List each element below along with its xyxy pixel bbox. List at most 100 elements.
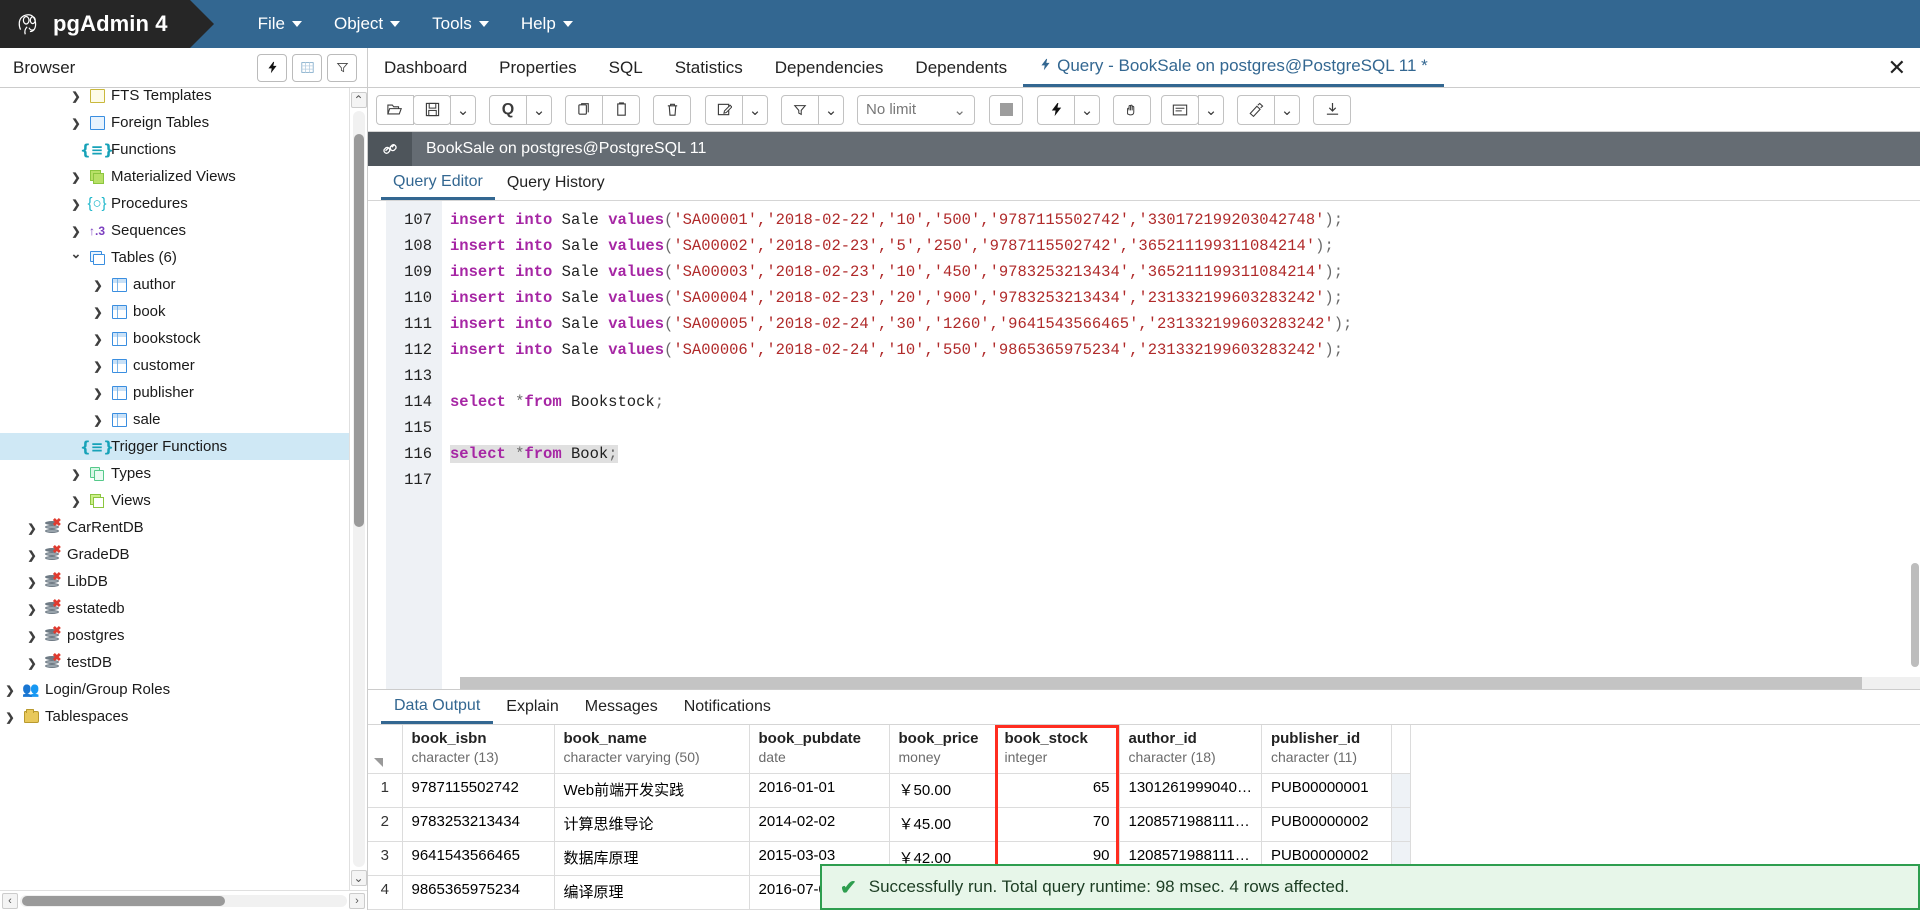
sql-line[interactable]: insert into Sale values('SA00003','2018-… xyxy=(450,259,1920,285)
browser-horizontal-scrollbar[interactable]: ‹ › xyxy=(0,890,367,910)
tree-item-testdb[interactable]: ✖testDB xyxy=(0,649,349,676)
row-limit-select[interactable]: No limit ⌄ xyxy=(857,94,975,125)
cell-book-name[interactable]: 数据库原理 xyxy=(554,841,750,876)
copy-button[interactable] xyxy=(565,94,603,125)
sql-code[interactable]: insert into Sale values('SA00001','2018-… xyxy=(442,201,1920,689)
tab-statistics[interactable]: Statistics xyxy=(659,48,759,87)
editor-horizontal-scrollbar[interactable] xyxy=(460,677,1920,689)
cell-book-price[interactable]: ￥45.00 xyxy=(889,807,996,842)
display-button[interactable] xyxy=(1161,94,1199,125)
close-icon[interactable]: ✕ xyxy=(1888,56,1906,79)
tab-query-booksale-on-postgres-postgresql-11[interactable]: Query - BookSale on postgres@PostgreSQL … xyxy=(1023,48,1444,87)
sql-line[interactable]: insert into Sale values('SA00005','2018-… xyxy=(450,311,1920,337)
chevron-right-icon[interactable] xyxy=(88,386,108,400)
chevron-right-icon[interactable] xyxy=(66,116,86,130)
tree-item-libdb[interactable]: ✖LibDB xyxy=(0,568,349,595)
chevron-right-icon[interactable] xyxy=(66,197,86,211)
output-tab-explain[interactable]: Explain xyxy=(493,690,571,724)
cell-book-stock[interactable]: 70 xyxy=(995,807,1120,842)
connection-icon[interactable] xyxy=(368,132,412,166)
sql-line[interactable]: insert into Sale values('SA00001','2018-… xyxy=(450,207,1920,233)
menu-object[interactable]: Object xyxy=(318,0,416,48)
tree-item-materialized-views[interactable]: Materialized Views xyxy=(0,163,349,190)
filter-dropdown-button[interactable]: ⌄ xyxy=(818,94,844,125)
scroll-track[interactable] xyxy=(352,111,365,867)
chevron-right-icon[interactable] xyxy=(66,467,86,481)
browser-vertical-scrollbar[interactable]: ⌃ ⌄ xyxy=(349,88,367,890)
tree-item-views[interactable]: Views xyxy=(0,487,349,514)
scroll-right-arrow[interactable]: › xyxy=(349,892,365,909)
edit-button[interactable] xyxy=(705,94,743,125)
cell-book-isbn[interactable]: 9783253213434 xyxy=(402,807,555,842)
macros-button[interactable] xyxy=(1113,94,1151,125)
find-button[interactable]: Q xyxy=(489,94,527,125)
tree-item-functions[interactable]: {≡} Functions xyxy=(0,136,349,163)
sql-line[interactable] xyxy=(450,363,1920,389)
tab-dependencies[interactable]: Dependencies xyxy=(759,48,900,87)
tab-properties[interactable]: Properties xyxy=(483,48,592,87)
chevron-right-icon[interactable] xyxy=(0,710,20,724)
output-tab-messages[interactable]: Messages xyxy=(572,690,671,724)
tree-item-sequences[interactable]: ↑.3 Sequences xyxy=(0,217,349,244)
output-tab-notifications[interactable]: Notifications xyxy=(671,690,784,724)
sql-line[interactable]: insert into Sale values('SA00004','2018-… xyxy=(450,285,1920,311)
editor-vscroll-thumb[interactable] xyxy=(1911,562,1919,668)
cell-publisher-id[interactable]: PUB00000001 xyxy=(1261,773,1392,808)
column-header-book-name[interactable]: book_name character varying (50) xyxy=(554,725,750,774)
tab-dependents[interactable]: Dependents xyxy=(899,48,1023,87)
tree-item-trigger-functions[interactable]: {≡} Trigger Functions xyxy=(0,433,349,460)
cell-book-isbn[interactable]: 9787115502742 xyxy=(402,773,555,808)
tree-item-customer[interactable]: customer xyxy=(0,352,349,379)
tree-item-login-group-roles[interactable]: 👥 Login/Group Roles xyxy=(0,676,349,703)
tree-item-types[interactable]: Types xyxy=(0,460,349,487)
editor-tab-query-editor[interactable]: Query Editor xyxy=(381,166,495,200)
grid-view-button[interactable] xyxy=(292,53,322,82)
cell-book-name[interactable]: Web前端开发实践 xyxy=(554,773,750,808)
table-row[interactable]: 2 9783253213434 计算思维导论 2014-02-02 ￥45.00 70 12… xyxy=(368,807,1411,842)
cell-author-id[interactable]: 1301261999040… xyxy=(1119,773,1262,808)
save-file-button[interactable] xyxy=(413,94,451,125)
scroll-left-arrow[interactable]: ‹ xyxy=(2,892,18,909)
chevron-right-icon[interactable] xyxy=(88,305,108,319)
chevron-right-icon[interactable] xyxy=(66,170,86,184)
scroll-up-arrow[interactable]: ⌃ xyxy=(350,92,367,108)
chevron-right-icon[interactable] xyxy=(88,359,108,373)
tree-item-estatedb[interactable]: ✖estatedb xyxy=(0,595,349,622)
edit-dropdown-button[interactable]: ⌄ xyxy=(742,94,768,125)
tab-dashboard[interactable]: Dashboard xyxy=(368,48,483,87)
clear-button[interactable] xyxy=(1237,94,1275,125)
execute-dropdown-button[interactable]: ⌄ xyxy=(1074,94,1100,125)
tree-item-procedures[interactable]: {○}Procedures xyxy=(0,190,349,217)
tree-item-bookstock[interactable]: bookstock xyxy=(0,325,349,352)
menu-help[interactable]: Help xyxy=(505,0,589,48)
chevron-right-icon[interactable] xyxy=(88,278,108,292)
column-header-book-pubdate[interactable]: book_pubdate date xyxy=(749,725,890,774)
find-dropdown-button[interactable]: ⌄ xyxy=(526,94,552,125)
tree-item-tables-6[interactable]: Tables (6) xyxy=(0,244,349,271)
cell-book-isbn[interactable]: 9641543566465 xyxy=(402,841,555,876)
hscroll-thumb[interactable] xyxy=(22,895,225,906)
chevron-right-icon[interactable] xyxy=(88,413,108,427)
sql-editor[interactable]: 107 108 109 110 111 112 113 114 115 116 117 insert… xyxy=(386,201,1920,689)
editor-tab-query-history[interactable]: Query History xyxy=(495,166,617,200)
cell-book-name[interactable]: 编译原理 xyxy=(554,875,750,910)
chevron-right-icon[interactable] xyxy=(88,332,108,346)
chevron-right-icon[interactable] xyxy=(22,521,42,535)
select-all-corner[interactable] xyxy=(368,725,403,774)
chevron-right-icon[interactable] xyxy=(66,89,86,103)
open-file-button[interactable] xyxy=(376,94,414,125)
scroll-thumb[interactable] xyxy=(353,133,364,527)
chevron-right-icon[interactable] xyxy=(0,683,20,697)
paste-button[interactable] xyxy=(602,94,640,125)
stop-button[interactable] xyxy=(989,94,1023,125)
editor-vertical-scrollbar[interactable] xyxy=(1910,201,1920,677)
output-tab-data-output[interactable]: Data Output xyxy=(381,690,494,724)
tree-item-author[interactable]: author xyxy=(0,271,349,298)
quick-search-bolt-button[interactable] xyxy=(257,53,287,82)
delete-button[interactable] xyxy=(653,94,691,125)
column-header-book-stock[interactable]: book_stock integer xyxy=(995,725,1120,774)
column-header-publisher-id[interactable]: publisher_id character (11) xyxy=(1261,725,1392,774)
clear-dropdown-button[interactable]: ⌄ xyxy=(1274,94,1300,125)
cell-book-stock[interactable]: 65 xyxy=(995,773,1120,808)
column-header-author-id[interactable]: author_id character (18) xyxy=(1119,725,1262,774)
